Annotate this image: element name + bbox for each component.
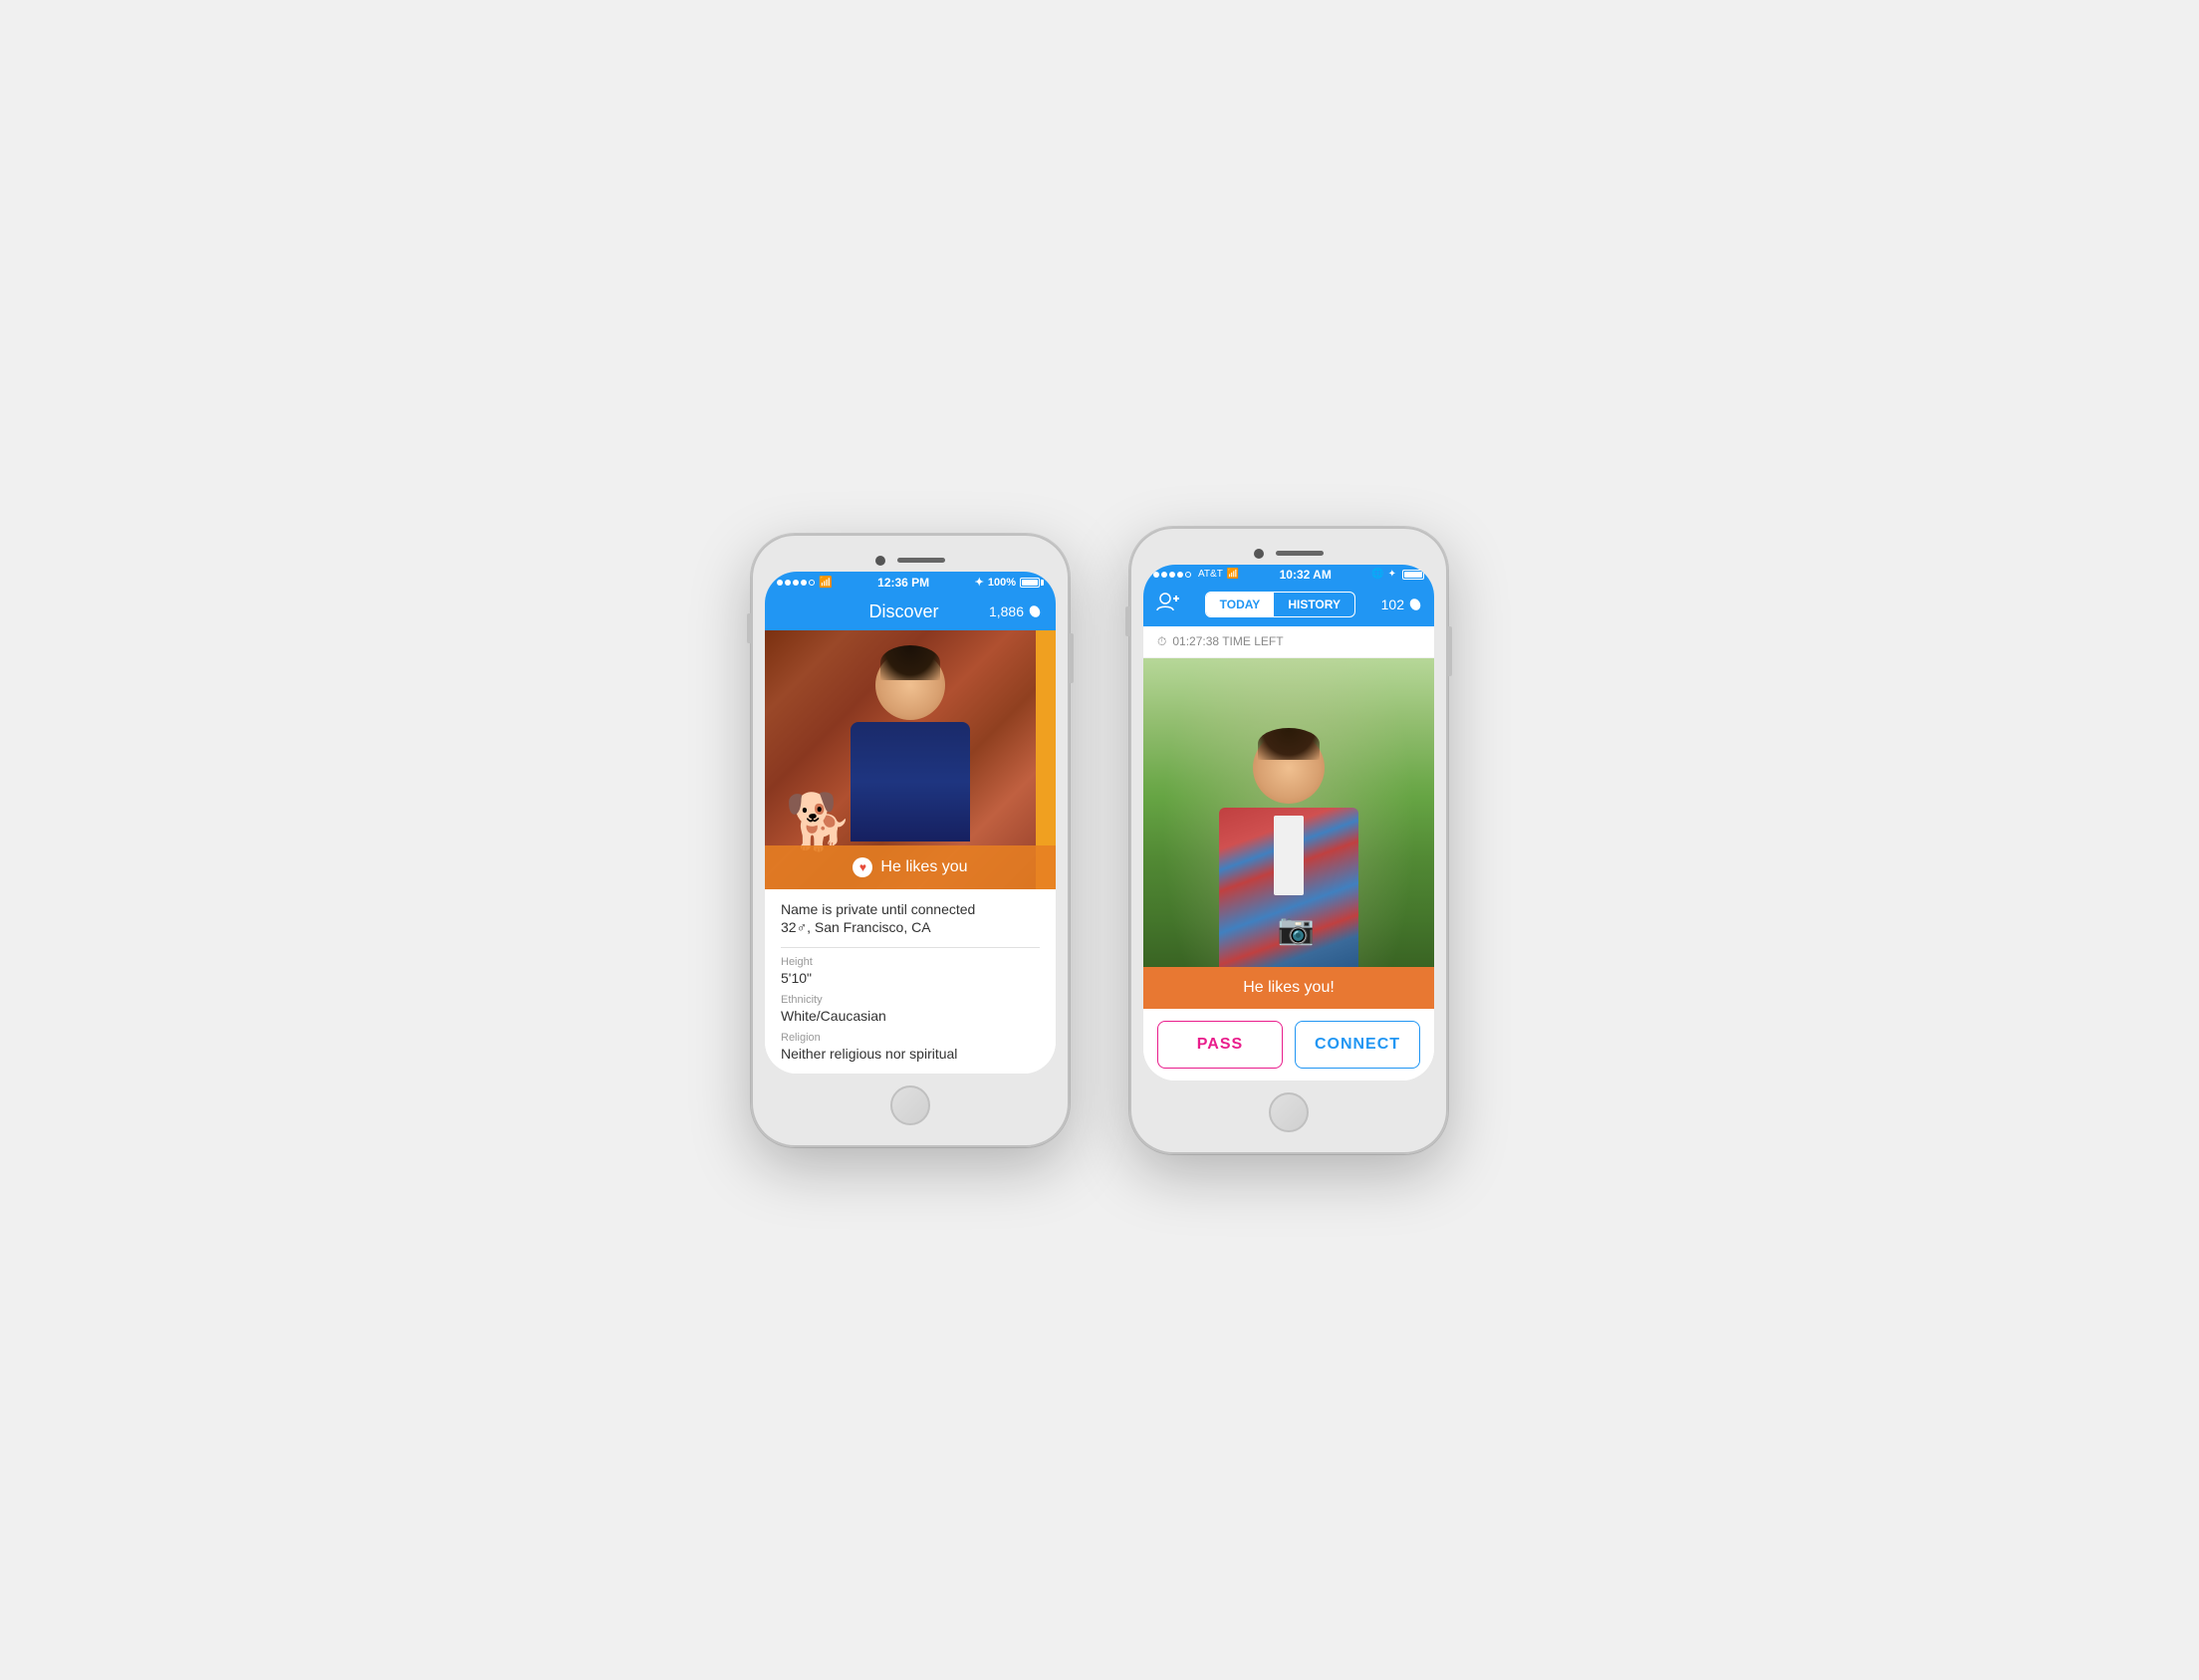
status-right: ✦ 100% xyxy=(975,576,1044,589)
signal-indicator xyxy=(777,580,815,586)
plaid-shirt: 📷 xyxy=(1219,808,1358,967)
undershirt xyxy=(1274,816,1304,895)
divider-1 xyxy=(781,947,1040,948)
person-head xyxy=(875,650,945,720)
battery-icon-2 xyxy=(1402,570,1424,580)
profile-location: 32♂, San Francisco, CA xyxy=(781,919,1040,935)
status-left-2: AT&T 📶 xyxy=(1153,569,1239,580)
timer-text: 01:27:38 TIME LEFT xyxy=(1172,634,1283,648)
pass-button[interactable]: PASS xyxy=(1157,1021,1283,1069)
speaker xyxy=(897,558,945,563)
status-time-2: 10:32 AM xyxy=(1280,568,1332,582)
hair-2 xyxy=(1258,728,1320,760)
globe-icon: 🌐 xyxy=(1371,569,1383,580)
status-bar-2: AT&T 📶 10:32 AM 🌐 ✦ xyxy=(1143,565,1434,585)
battery-body xyxy=(1020,578,1040,588)
like-text-1: He likes you xyxy=(880,858,967,876)
status-left: 📶 xyxy=(777,576,833,589)
photo-background-2: 📷 xyxy=(1143,658,1434,967)
signal-dot-1 xyxy=(777,580,783,586)
camera-emoji: 📷 xyxy=(1278,912,1315,947)
shirt xyxy=(851,722,970,841)
tab-history[interactable]: HISTORY xyxy=(1274,593,1354,616)
signal-dot-2 xyxy=(785,580,791,586)
heart-icon: ♥ xyxy=(853,857,872,877)
battery-icon xyxy=(1020,578,1044,588)
timer-icon: ⏱ xyxy=(1157,634,1166,649)
bluetooth-icon: ✦ xyxy=(975,576,984,589)
sig-d3 xyxy=(1169,572,1175,578)
profile-name: Name is private until connected xyxy=(781,901,1040,917)
person-head-2 xyxy=(1253,732,1325,804)
battery-tip xyxy=(1041,580,1044,586)
add-person-icon[interactable] xyxy=(1155,591,1179,618)
signal-dot-4 xyxy=(801,580,807,586)
phone-screen-1: 📶 12:36 PM ✦ 100% Discover 1,886 xyxy=(765,572,1056,1074)
leaf-icon-2 xyxy=(1408,598,1422,611)
front-camera xyxy=(875,556,885,566)
profile-photo-1[interactable]: 🐕 ♥ He likes you xyxy=(765,630,1056,889)
height-label: Height xyxy=(781,956,1040,968)
battery-text: 100% xyxy=(988,577,1016,589)
height-value: 5'10" xyxy=(781,970,1040,986)
profile-photo-2[interactable]: 📷 xyxy=(1143,658,1434,967)
signal-dot-5 xyxy=(809,580,815,586)
hair xyxy=(880,645,940,680)
front-camera-2 xyxy=(1254,549,1264,559)
leaf-icon xyxy=(1028,604,1042,618)
religion-value: Neither religious nor spiritual xyxy=(781,1046,1040,1062)
timer-bar: ⏱ 01:27:38 TIME LEFT xyxy=(1143,626,1434,658)
status-right-2: 🌐 ✦ xyxy=(1371,569,1424,580)
religion-label: Religion xyxy=(781,1032,1040,1044)
battery-fill xyxy=(1022,580,1038,586)
power-button xyxy=(1070,633,1074,683)
wifi-icon-2: 📶 xyxy=(1227,569,1239,580)
phone-screen-2: AT&T 📶 10:32 AM 🌐 ✦ xyxy=(1143,565,1434,1080)
tab-bar: TODAY HISTORY 102 xyxy=(1143,585,1434,626)
signal-dot-3 xyxy=(793,580,799,586)
phone-2: AT&T 📶 10:32 AM 🌐 ✦ xyxy=(1129,527,1448,1154)
home-button-area-2 xyxy=(1143,1080,1434,1140)
volume-button xyxy=(747,613,751,643)
home-button-2[interactable] xyxy=(1269,1092,1309,1132)
action-buttons: PASS CONNECT xyxy=(1143,1009,1434,1080)
like-text-2: He likes you! xyxy=(1243,979,1335,997)
connect-button[interactable]: CONNECT xyxy=(1295,1021,1420,1069)
nav-title: Discover xyxy=(868,601,938,622)
volume-button-2 xyxy=(1125,606,1129,636)
nav-count-2: 102 xyxy=(1381,597,1404,612)
wifi-icon: 📶 xyxy=(819,576,833,589)
signal-indicator-2 xyxy=(1153,572,1191,578)
power-button-2 xyxy=(1448,626,1452,676)
home-button[interactable] xyxy=(890,1085,930,1125)
bluetooth-icon-2: ✦ xyxy=(1388,569,1396,580)
battery-fill-2 xyxy=(1404,572,1422,578)
sig-d1 xyxy=(1153,572,1159,578)
person-figure-2: 📷 xyxy=(1189,732,1388,967)
nav-bar: Discover 1,886 xyxy=(765,594,1056,630)
sig-d2 xyxy=(1161,572,1167,578)
profile-details-1: Name is private until connected 32♂, San… xyxy=(765,889,1056,1074)
nav-badge: 1,886 xyxy=(989,603,1042,619)
nav-count: 1,886 xyxy=(989,603,1024,619)
tab-today[interactable]: TODAY xyxy=(1206,593,1275,616)
phone-1: 📶 12:36 PM ✦ 100% Discover 1,886 xyxy=(751,534,1070,1147)
nav-badge-2: 102 xyxy=(1381,597,1422,612)
carrier-name: AT&T xyxy=(1198,569,1223,580)
tab-group: TODAY HISTORY xyxy=(1205,592,1355,617)
speaker-2 xyxy=(1276,551,1324,556)
add-user-svg xyxy=(1155,591,1179,612)
ethnicity-label: Ethnicity xyxy=(781,994,1040,1006)
like-banner-2[interactable]: He likes you! xyxy=(1143,967,1434,1009)
status-time: 12:36 PM xyxy=(877,576,929,590)
sig-d5 xyxy=(1185,572,1191,578)
like-banner-1[interactable]: ♥ He likes you xyxy=(765,845,1056,889)
home-button-area xyxy=(765,1074,1056,1133)
ethnicity-value: White/Caucasian xyxy=(781,1008,1040,1024)
status-bar: 📶 12:36 PM ✦ 100% xyxy=(765,572,1056,594)
sig-d4 xyxy=(1177,572,1183,578)
